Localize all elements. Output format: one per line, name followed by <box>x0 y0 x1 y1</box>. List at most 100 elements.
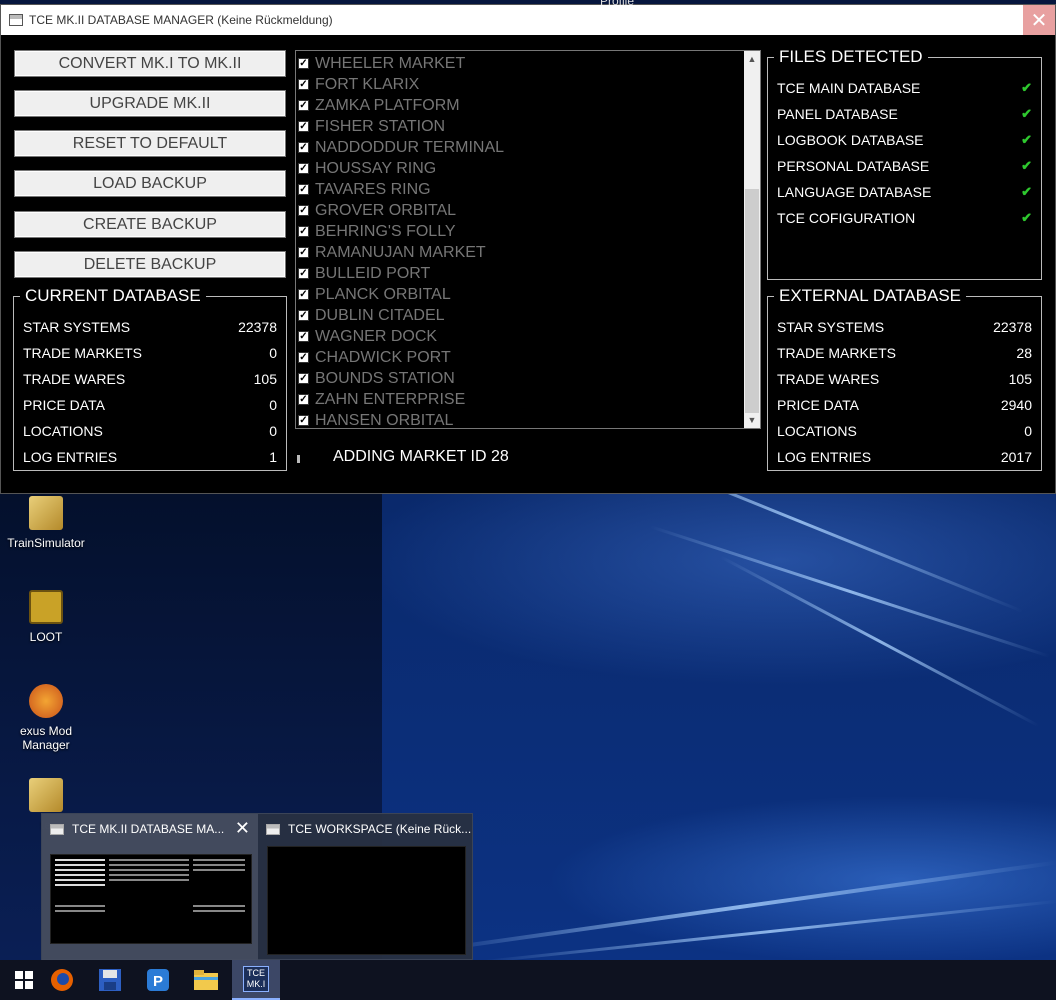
checkbox[interactable]: ✓ <box>298 331 309 342</box>
market-list-item[interactable]: ✓ WHEELER MARKET <box>298 53 465 74</box>
file-label: LANGUAGE DATABASE <box>777 184 932 200</box>
close-button[interactable]: ✕ <box>1023 5 1055 35</box>
checkbox[interactable]: ✓ <box>298 289 309 300</box>
scroll-up-icon[interactable]: ▲ <box>744 51 760 67</box>
desktop-icon-loot[interactable]: LOOT <box>0 590 92 644</box>
check-icon: ✔ <box>1021 158 1032 173</box>
checkbox[interactable]: ✓ <box>298 121 309 132</box>
stat-value: 22378 <box>993 319 1032 335</box>
checkbox[interactable]: ✓ <box>298 268 309 279</box>
window-titlebar[interactable]: TCE MK.II DATABASE MANAGER (Keine Rückme… <box>1 5 1055 35</box>
app-window-icon <box>50 824 64 835</box>
convert-mk1-to-mk2-button[interactable]: CONVERT MK.I TO MK.II <box>14 50 286 77</box>
checkbox[interactable]: ✓ <box>298 394 309 405</box>
checkbox[interactable]: ✓ <box>298 163 309 174</box>
loot-icon <box>29 590 63 624</box>
checkbox[interactable]: ✓ <box>298 142 309 153</box>
market-list-item[interactable]: ✓ FORT KLARIX <box>298 74 419 95</box>
checkbox[interactable]: ✓ <box>298 184 309 195</box>
checkbox[interactable]: ✓ <box>298 58 309 69</box>
stat-value: 28 <box>1016 345 1032 361</box>
stat-value: 0 <box>269 345 277 361</box>
scrollbar-thumb[interactable] <box>745 189 759 413</box>
stat-label: TRADE WARES <box>777 371 880 387</box>
market-list-item[interactable]: ✓ DUBLIN CITADEL <box>298 305 445 326</box>
market-list-item[interactable]: ✓ RAMANUJAN MARKET <box>298 242 486 263</box>
file-row: PANEL DATABASE ✔ <box>777 104 1032 124</box>
market-list-item[interactable]: ✓ HANSEN ORBITAL <box>298 410 453 428</box>
load-backup-button[interactable]: LOAD BACKUP <box>14 170 286 197</box>
market-list-item[interactable]: ✓ PLANCK ORBITAL <box>298 284 451 305</box>
tce-mk1-taskbar-button[interactable]: TCE MK.I <box>232 960 280 1000</box>
file-row: PERSONAL DATABASE ✔ <box>777 156 1032 176</box>
firefox-icon[interactable] <box>38 960 86 1000</box>
file-explorer-icon[interactable] <box>182 960 230 1000</box>
market-list-item[interactable]: ✓ TAVARES RING <box>298 179 431 200</box>
market-list-item[interactable]: ✓ GROVER ORBITAL <box>298 200 456 221</box>
market-list-item[interactable]: ✓ NADDODDUR TERMINAL <box>298 137 504 158</box>
stat-value: 0 <box>269 423 277 439</box>
file-row: TCE MAIN DATABASE ✔ <box>777 78 1032 98</box>
market-list-item[interactable]: ✓ BOUNDS STATION <box>298 368 455 389</box>
check-icon: ✔ <box>1021 184 1032 199</box>
file-row: LANGUAGE DATABASE ✔ <box>777 182 1032 202</box>
market-list-item[interactable]: ✓ BULLEID PORT <box>298 263 430 284</box>
delete-backup-button[interactable]: DELETE BACKUP <box>14 251 286 278</box>
checkbox[interactable]: ✓ <box>298 205 309 216</box>
market-list-scrollbar[interactable]: ▲ ▼ <box>744 51 760 428</box>
reset-to-default-button[interactable]: RESET TO DEFAULT <box>14 130 286 157</box>
stat-label: TRADE MARKETS <box>777 345 897 361</box>
stat-label: TRADE WARES <box>23 371 126 387</box>
checkbox[interactable]: ✓ <box>298 79 309 90</box>
market-list-item[interactable]: ✓ BEHRING'S FOLLY <box>298 221 456 242</box>
desktop-icon-trainsimulator[interactable]: TrainSimulator <box>0 496 92 550</box>
stat-value: 2017 <box>1000 449 1032 465</box>
window-title: TCE MK.II DATABASE MANAGER (Keine Rückme… <box>29 13 333 27</box>
preview-workspace[interactable]: TCE WORKSPACE (Keine Rück... <box>258 814 474 961</box>
checkbox[interactable]: ✓ <box>298 226 309 237</box>
check-icon: ✔ <box>1021 132 1032 147</box>
market-list-item[interactable]: ✓ HOUSSAY RING <box>298 158 436 179</box>
market-name: ZAMKA PLATFORM <box>315 96 460 114</box>
market-list-item[interactable]: ✓ CHADWICK PORT <box>298 347 451 368</box>
check-icon: ✔ <box>1021 80 1032 95</box>
checkbox[interactable]: ✓ <box>298 100 309 111</box>
checkbox[interactable]: ✓ <box>298 373 309 384</box>
file-label: TCE MAIN DATABASE <box>777 80 921 96</box>
checkbox[interactable]: ✓ <box>298 247 309 258</box>
preview-db-manager[interactable]: TCE MK.II DATABASE MA... ✕ <box>42 814 258 961</box>
preview-thumbnail <box>50 854 252 944</box>
stat-row: LOCATIONS 0 <box>777 421 1032 441</box>
market-list-item[interactable]: ✓ FISHER STATION <box>298 116 445 137</box>
preview-title: TCE WORKSPACE (Keine Rück... <box>288 822 472 836</box>
light-beam <box>720 555 1040 728</box>
external-database-rows: STAR SYSTEMS 22378 TRADE MARKETS 28 TRADE WA… <box>767 288 1042 471</box>
progress-indicator <box>297 455 300 463</box>
light-beam <box>649 525 1051 658</box>
market-list-item[interactable]: ✓ WAGNER DOCK <box>298 326 437 347</box>
desktop-top-label: Profile <box>600 0 635 8</box>
save-disk-icon[interactable] <box>86 960 134 1000</box>
pando-icon[interactable]: P <box>134 960 182 1000</box>
desktop-icon-nexus-mod-manager[interactable]: exus Mod Manager <box>0 684 92 752</box>
market-name: TAVARES RING <box>315 180 431 198</box>
market-list-item[interactable]: ✓ ZAHN ENTERPRISE <box>298 389 465 410</box>
checkbox[interactable]: ✓ <box>298 415 309 426</box>
nexus-icon <box>29 684 63 718</box>
stat-label: LOCATIONS <box>777 423 857 439</box>
market-checklist[interactable]: ✓ WHEELER MARKET ✓ FORT KLARIX ✓ ZAMKA PLATFO… <box>295 50 761 429</box>
preview-close-icon[interactable]: ✕ <box>235 818 250 839</box>
market-name: DUBLIN CITADEL <box>315 306 445 324</box>
stat-label: STAR SYSTEMS <box>777 319 885 335</box>
light-beam <box>422 860 1056 954</box>
upgrade-mk2-button[interactable]: UPGRADE MK.II <box>14 90 286 117</box>
market-name: FORT KLARIX <box>315 75 420 93</box>
status-text: ADDING MARKET ID 28 <box>333 448 509 465</box>
checkbox[interactable]: ✓ <box>298 352 309 363</box>
market-list-item[interactable]: ✓ ZAMKA PLATFORM <box>298 95 460 116</box>
stat-value: 22378 <box>238 319 277 335</box>
create-backup-button[interactable]: CREATE BACKUP <box>14 211 286 238</box>
scroll-down-icon[interactable]: ▼ <box>744 412 760 428</box>
stat-row: STAR SYSTEMS 22378 <box>777 317 1032 337</box>
checkbox[interactable]: ✓ <box>298 310 309 321</box>
